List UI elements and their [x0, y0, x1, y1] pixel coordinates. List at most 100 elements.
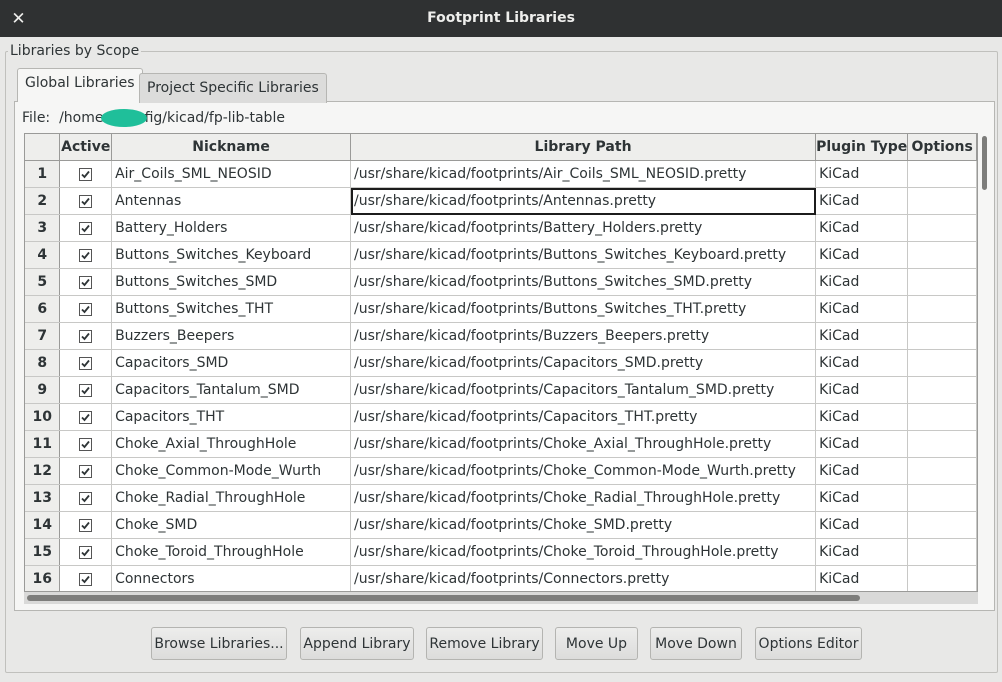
library-path-cell[interactable]: /usr/share/kicad/footprints/Capacitors_T…: [350, 376, 817, 404]
options-cell[interactable]: [907, 241, 977, 269]
table-row[interactable]: 6 Buttons_Switches_THT/usr/share/kicad/fo…: [25, 295, 977, 323]
plugin-type-cell[interactable]: KiCad: [815, 349, 909, 377]
active-cell[interactable]: [59, 295, 113, 323]
active-cell[interactable]: [59, 160, 113, 188]
column-header-options[interactable]: Options: [907, 134, 977, 161]
row-number[interactable]: 12: [25, 457, 61, 485]
plugin-type-cell[interactable]: KiCad: [815, 538, 909, 566]
plugin-type-cell[interactable]: KiCad: [815, 160, 909, 188]
row-number[interactable]: 14: [25, 511, 61, 539]
nickname-cell[interactable]: Air_Coils_SML_NEOSID: [111, 160, 352, 188]
active-cell[interactable]: [59, 430, 113, 458]
options-cell[interactable]: [907, 160, 977, 188]
nickname-cell[interactable]: Buttons_Switches_Keyboard: [111, 241, 352, 269]
library-path-cell[interactable]: /usr/share/kicad/footprints/Buttons_Swit…: [350, 295, 817, 323]
vertical-scroll-thumb[interactable]: [982, 136, 987, 190]
tab-project-specific-libraries[interactable]: Project Specific Libraries: [139, 73, 327, 103]
active-cell[interactable]: [59, 403, 113, 431]
options-cell[interactable]: [907, 376, 977, 404]
plugin-type-cell[interactable]: KiCad: [815, 214, 909, 242]
vertical-scrollbar[interactable]: [978, 133, 990, 592]
library-path-cell[interactable]: /usr/share/kicad/footprints/Choke_Radial…: [350, 484, 817, 512]
checkbox-checked-icon[interactable]: [79, 275, 93, 289]
checkbox-checked-icon[interactable]: [79, 518, 93, 532]
options-cell[interactable]: [907, 565, 977, 591]
row-number[interactable]: 10: [25, 403, 61, 431]
checkbox-checked-icon[interactable]: [79, 302, 93, 316]
plugin-type-cell[interactable]: KiCad: [815, 484, 909, 512]
row-number[interactable]: 8: [25, 349, 61, 377]
append-library-button[interactable]: Append Library: [300, 627, 414, 660]
options-cell[interactable]: [907, 538, 977, 566]
checkbox-checked-icon[interactable]: [79, 194, 93, 208]
plugin-type-cell[interactable]: KiCad: [815, 295, 909, 323]
table-row[interactable]: 15 Choke_Toroid_ThroughHole/usr/share/kic…: [25, 538, 977, 566]
table-row[interactable]: 3 Battery_Holders/usr/share/kicad/footpri…: [25, 214, 977, 242]
active-cell[interactable]: [59, 349, 113, 377]
active-cell[interactable]: [59, 376, 113, 404]
row-number[interactable]: 13: [25, 484, 61, 512]
options-cell[interactable]: [907, 349, 977, 377]
nickname-cell[interactable]: Antennas: [111, 187, 352, 215]
library-path-cell[interactable]: /usr/share/kicad/footprints/Choke_Axial_…: [350, 430, 817, 458]
move-down-button[interactable]: Move Down: [650, 627, 742, 660]
active-cell[interactable]: [59, 511, 113, 539]
table-row[interactable]: 5 Buttons_Switches_SMD/usr/share/kicad/fo…: [25, 268, 977, 296]
nickname-cell[interactable]: Choke_SMD: [111, 511, 352, 539]
checkbox-checked-icon[interactable]: [79, 248, 93, 262]
table-row[interactable]: 7 Buzzers_Beepers/usr/share/kicad/footpri…: [25, 322, 977, 350]
active-cell[interactable]: [59, 241, 113, 269]
library-path-cell[interactable]: /usr/share/kicad/footprints/Antennas.pre…: [350, 187, 817, 215]
options-cell[interactable]: [907, 430, 977, 458]
table-row[interactable]: 9 Capacitors_Tantalum_SMD/usr/share/kicad…: [25, 376, 977, 404]
nickname-cell[interactable]: Choke_Common-Mode_Wurth: [111, 457, 352, 485]
checkbox-checked-icon[interactable]: [79, 437, 93, 451]
nickname-cell[interactable]: Buzzers_Beepers: [111, 322, 352, 350]
active-cell[interactable]: [59, 538, 113, 566]
library-path-cell[interactable]: /usr/share/kicad/footprints/Connectors.p…: [350, 565, 817, 591]
checkbox-checked-icon[interactable]: [79, 329, 93, 343]
tab-global-libraries[interactable]: Global Libraries: [17, 68, 143, 102]
plugin-type-cell[interactable]: KiCad: [815, 511, 909, 539]
table-row[interactable]: 8 Capacitors_SMD/usr/share/kicad/footprin…: [25, 349, 977, 377]
table-row[interactable]: 1 Air_Coils_SML_NEOSID/usr/share/kicad/fo…: [25, 160, 977, 188]
checkbox-checked-icon[interactable]: [79, 464, 93, 478]
column-header-library-path[interactable]: Library Path: [350, 134, 817, 161]
row-number[interactable]: 16: [25, 565, 61, 591]
row-number[interactable]: 2: [25, 187, 61, 215]
library-path-cell[interactable]: /usr/share/kicad/footprints/Choke_SMD.pr…: [350, 511, 817, 539]
table-row[interactable]: 13 Choke_Radial_ThroughHole/usr/share/kic…: [25, 484, 977, 512]
plugin-type-cell[interactable]: KiCad: [815, 187, 909, 215]
options-cell[interactable]: [907, 484, 977, 512]
nickname-cell[interactable]: Choke_Radial_ThroughHole: [111, 484, 352, 512]
plugin-type-cell[interactable]: KiCad: [815, 241, 909, 269]
plugin-type-cell[interactable]: KiCad: [815, 430, 909, 458]
nickname-cell[interactable]: Choke_Toroid_ThroughHole: [111, 538, 352, 566]
checkbox-checked-icon[interactable]: [79, 167, 93, 181]
row-number[interactable]: 1: [25, 160, 61, 188]
table-row[interactable]: 4 Buttons_Switches_Keyboard/usr/share/kic…: [25, 241, 977, 269]
options-cell[interactable]: [907, 511, 977, 539]
row-number[interactable]: 7: [25, 322, 61, 350]
active-cell[interactable]: [59, 187, 113, 215]
plugin-type-cell[interactable]: KiCad: [815, 565, 909, 591]
active-cell[interactable]: [59, 484, 113, 512]
table-row[interactable]: 10 Capacitors_THT/usr/share/kicad/footpri…: [25, 403, 977, 431]
table-row[interactable]: 14 Choke_SMD/usr/share/kicad/footprints/C…: [25, 511, 977, 539]
options-cell[interactable]: [907, 187, 977, 215]
table-row[interactable]: 2 Antennas/usr/share/kicad/footprints/Ant…: [25, 187, 977, 215]
checkbox-checked-icon[interactable]: [79, 356, 93, 370]
library-path-cell[interactable]: /usr/share/kicad/footprints/Air_Coils_SM…: [350, 160, 817, 188]
active-cell[interactable]: [59, 214, 113, 242]
browse-libraries-button[interactable]: Browse Libraries...: [151, 627, 287, 660]
library-path-cell[interactable]: /usr/share/kicad/footprints/Buttons_Swit…: [350, 268, 817, 296]
checkbox-checked-icon[interactable]: [79, 410, 93, 424]
nickname-cell[interactable]: Choke_Axial_ThroughHole: [111, 430, 352, 458]
table-row[interactable]: 12 Choke_Common-Mode_Wurth/usr/share/kica…: [25, 457, 977, 485]
options-cell[interactable]: [907, 214, 977, 242]
horizontal-scroll-thumb[interactable]: [27, 595, 860, 601]
table-row[interactable]: 16 Connectors/usr/share/kicad/footprints/…: [25, 565, 977, 591]
nickname-cell[interactable]: Capacitors_THT: [111, 403, 352, 431]
column-header-active[interactable]: Active: [59, 134, 113, 161]
nickname-cell[interactable]: Capacitors_Tantalum_SMD: [111, 376, 352, 404]
